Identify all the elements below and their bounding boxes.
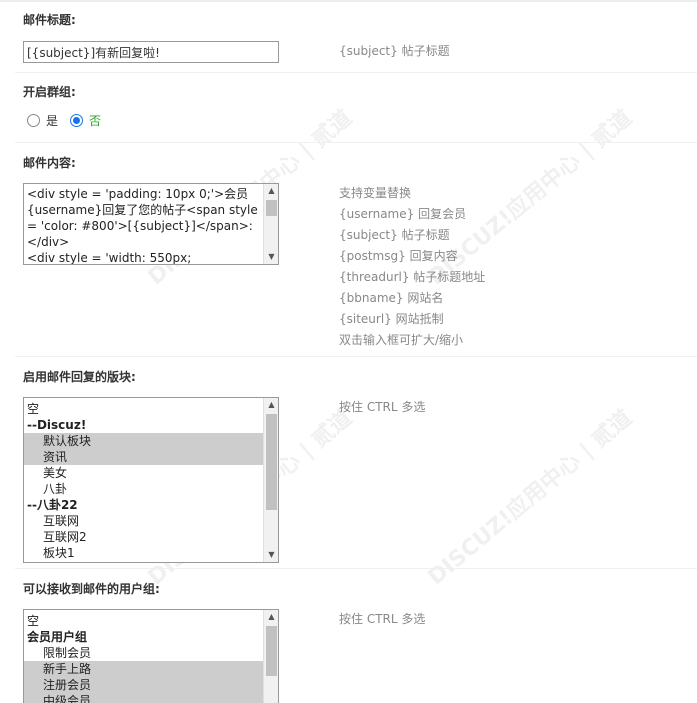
usergroups-multiselect[interactable]: 空 会员用户组 限制会员 新手上路 注册会员 中级会员 ▲ <box>23 609 279 703</box>
scroll-down-icon[interactable]: ▼ <box>264 250 278 264</box>
list-item[interactable]: 空 <box>24 613 263 629</box>
usergroups-scrollbar[interactable]: ▲ <box>263 610 278 703</box>
list-item[interactable]: --Discuz! <box>24 417 263 433</box>
content-tip-line: {siteurl} 网站抵制 <box>339 312 444 326</box>
content-tip-line: 双击输入框可扩大/缩小 <box>339 333 464 347</box>
list-item[interactable]: 互联网 <box>24 513 263 529</box>
list-item[interactable]: 注册会员 <box>24 677 263 693</box>
scroll-up-icon[interactable]: ▲ <box>264 184 278 198</box>
usergroups-option-list: 空 会员用户组 限制会员 新手上路 注册会员 中级会员 <box>24 613 263 703</box>
list-item[interactable]: 美女 <box>24 465 263 481</box>
usergroups-label: 可以接收到邮件的用户组: <box>23 582 160 596</box>
group-label: 开启群组: <box>23 85 76 99</box>
list-item[interactable]: 互联网2 <box>24 529 263 545</box>
scroll-thumb[interactable] <box>266 414 277 510</box>
list-item[interactable]: 新手上路 <box>24 661 263 677</box>
list-item[interactable]: --八卦22 <box>24 497 263 513</box>
list-item[interactable]: 八卦 <box>24 481 263 497</box>
list-item[interactable]: 默认板块 <box>24 433 263 449</box>
group-radio-row: 是 否 <box>27 112 113 129</box>
content-tip-line: 支持变量替换 <box>339 186 412 200</box>
scroll-up-icon[interactable]: ▲ <box>264 610 278 624</box>
content-tip-line: {postmsg} 回复内容 <box>339 249 458 263</box>
list-item[interactable]: 会员用户组 <box>24 629 263 645</box>
scroll-down-icon[interactable]: ▼ <box>264 548 278 562</box>
forums-section: 启用邮件回复的版块: 空 --Discuz! 默认板块 资讯 美女 八卦 --八… <box>15 356 697 568</box>
list-item[interactable]: 板块1 <box>24 545 263 561</box>
group-yes-label[interactable]: 是 <box>46 112 58 129</box>
usergroups-section: 可以接收到邮件的用户组: 空 会员用户组 限制会员 新手上路 注册会员 中级会员… <box>15 568 697 703</box>
scroll-thumb[interactable] <box>266 626 277 676</box>
subject-label: 邮件标题: <box>23 13 76 27</box>
content-tip-line: {subject} 帖子标题 <box>339 228 450 242</box>
content-textarea[interactable]: <div style = 'padding: 10px 0;'>会员{usern… <box>23 183 279 265</box>
subject-input[interactable] <box>23 41 279 63</box>
list-item[interactable]: 空 <box>24 401 263 417</box>
group-no-radio[interactable] <box>70 114 84 127</box>
content-tip-line: {username} 回复会员 <box>339 207 467 221</box>
content-label: 邮件内容: <box>23 156 76 170</box>
scroll-up-icon[interactable]: ▲ <box>264 398 278 412</box>
subject-tip: {subject} 帖子标题 <box>339 44 450 58</box>
list-item[interactable]: 中级会员 <box>24 693 263 703</box>
group-no-label[interactable]: 否 <box>89 112 101 129</box>
content-section: 邮件内容: <div style = 'padding: 10px 0;'>会员… <box>15 142 697 356</box>
forums-label: 启用邮件回复的版块: <box>23 370 136 384</box>
content-tip-line: {threadurl} 帖子标题地址 <box>339 270 486 284</box>
content-tips: 支持变量替换 {username} 回复会员 {subject} 帖子标题 {p… <box>339 183 485 351</box>
subject-section: 邮件标题: {subject} 帖子标题 <box>15 0 697 72</box>
forums-scrollbar[interactable]: ▲ ▼ <box>263 398 278 562</box>
list-item[interactable]: 限制会员 <box>24 645 263 661</box>
content-textarea-text: <div style = 'padding: 10px 0;'>会员{usern… <box>27 187 258 265</box>
forums-option-list: 空 --Discuz! 默认板块 资讯 美女 八卦 --八卦22 互联网 互联网… <box>24 401 263 561</box>
content-scrollbar[interactable]: ▲ ▼ <box>263 184 278 264</box>
group-yes-radio[interactable] <box>27 114 40 127</box>
group-section: 开启群组: 是 否 <box>15 72 697 142</box>
usergroups-tip: 按住 CTRL 多选 <box>339 612 426 626</box>
content-tip-line: {bbname} 网站名 <box>339 291 444 305</box>
forums-multiselect[interactable]: 空 --Discuz! 默认板块 资讯 美女 八卦 --八卦22 互联网 互联网… <box>23 397 279 563</box>
forums-tip: 按住 CTRL 多选 <box>339 400 426 414</box>
scroll-thumb[interactable] <box>266 200 277 216</box>
list-item[interactable]: 资讯 <box>24 449 263 465</box>
